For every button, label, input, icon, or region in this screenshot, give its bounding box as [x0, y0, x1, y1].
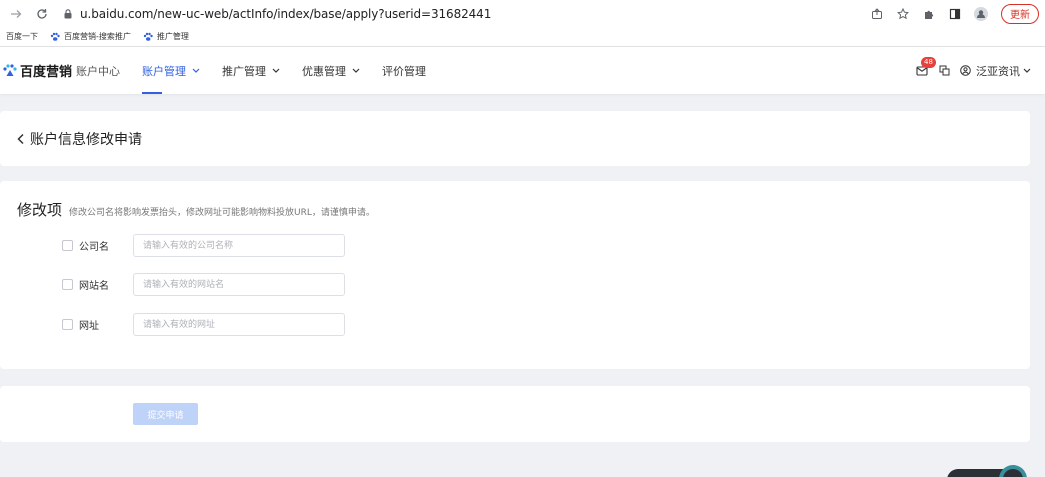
- company-name-input[interactable]: [133, 234, 345, 257]
- nav-discount-management[interactable]: 优惠管理: [302, 47, 360, 94]
- forward-icon[interactable]: [6, 4, 26, 24]
- form-row-company-name: 公司名: [62, 234, 345, 257]
- main-nav: 账户管理 推广管理 优惠管理 评价管理: [142, 47, 448, 94]
- company-name-checkbox[interactable]: [62, 240, 73, 251]
- share-icon[interactable]: [869, 6, 885, 22]
- baidu-marketing-logo-icon: [2, 63, 18, 78]
- action-card: 提交申请: [0, 386, 1030, 442]
- message-button[interactable]: 48: [916, 57, 936, 76]
- form-row-site-name: 网站名: [62, 273, 345, 296]
- chevron-down-icon: [272, 68, 280, 73]
- chevron-down-icon: [1023, 68, 1031, 73]
- bookmark-label: 百度一下: [6, 32, 38, 41]
- user-name: 泛亚资讯: [976, 64, 1020, 78]
- bookmark-item[interactable]: 百度一下: [6, 31, 38, 42]
- baidu-paw-icon: [50, 32, 60, 42]
- nav-label: 评价管理: [382, 64, 427, 78]
- chevron-down-icon: [352, 68, 360, 73]
- nav-label: 推广管理: [222, 64, 267, 78]
- site-name-input[interactable]: [133, 273, 345, 296]
- brand-name: 百度营销: [20, 65, 73, 80]
- site-name-checkbox[interactable]: [62, 279, 73, 290]
- section-title: 修改项: [17, 201, 63, 219]
- reload-icon[interactable]: [32, 4, 52, 24]
- baidu-paw-icon: [143, 32, 153, 42]
- title-card: 账户信息修改申请: [0, 111, 1030, 166]
- submit-button[interactable]: 提交申请: [133, 403, 198, 425]
- app-header: 百度营销 账户中心 账户管理 推广管理 优惠管理 评价管理 48 泛亚资讯: [0, 47, 1045, 94]
- brand-logo[interactable]: 百度营销 账户中心: [2, 61, 142, 80]
- field-label: 网站名: [79, 281, 109, 292]
- nav-label: 优惠管理: [302, 64, 347, 78]
- bookmark-label: 百度营销-搜索推广: [64, 32, 131, 41]
- section-header: 修改项 修改公司名将影响发票抬头，修改网址可能影响物料投放URL，请谨慎申请。: [17, 199, 375, 220]
- message-count-badge: 48: [921, 57, 936, 68]
- form-row-url: 网址: [62, 313, 345, 336]
- field-label: 网址: [79, 321, 99, 332]
- sidepanel-icon[interactable]: [947, 6, 963, 22]
- brand-subtitle: 账户中心: [76, 64, 121, 78]
- user-menu[interactable]: 泛亚资讯: [960, 63, 1031, 79]
- url-input[interactable]: [133, 313, 345, 336]
- star-icon[interactable]: [895, 6, 911, 22]
- field-label: 公司名: [79, 242, 109, 253]
- address-bar[interactable]: u.baidu.com/new-uc-web/actInfo/index/bas…: [64, 3, 869, 25]
- url-text: u.baidu.com/new-uc-web/actInfo/index/bas…: [80, 6, 492, 21]
- nav-account-management[interactable]: 账户管理: [142, 47, 200, 94]
- page-title: 账户信息修改申请: [30, 131, 142, 148]
- update-button[interactable]: 更新: [1001, 3, 1039, 24]
- section-hint: 修改公司名将影响发票抬头，修改网址可能影响物料投放URL，请谨慎申请。: [69, 208, 375, 218]
- back-chevron-icon[interactable]: [16, 133, 26, 145]
- lock-icon: [64, 8, 72, 19]
- bookmark-item[interactable]: 百度营销-搜索推广: [50, 31, 131, 42]
- profile-icon[interactable]: [973, 6, 989, 22]
- nav-label: 账户管理: [142, 64, 187, 78]
- bookmarks-bar: 百度一下 百度营销-搜索推广 推广管理: [0, 27, 1045, 47]
- url-checkbox[interactable]: [62, 319, 73, 330]
- form-card: 修改项 修改公司名将影响发票抬头，修改网址可能影响物料投放URL，请谨慎申请。 …: [0, 181, 1030, 369]
- chevron-down-icon: [192, 68, 200, 73]
- floating-assistant-widget[interactable]: [947, 463, 1031, 477]
- browser-toolbar: u.baidu.com/new-uc-web/actInfo/index/bas…: [0, 0, 1045, 27]
- bookmark-label: 推广管理: [156, 32, 189, 41]
- user-icon: [960, 65, 971, 76]
- nav-promotion-management[interactable]: 推广管理: [222, 47, 280, 94]
- extensions-icon[interactable]: [921, 6, 937, 22]
- copy-icon[interactable]: [936, 63, 952, 79]
- bookmark-item[interactable]: 推广管理: [143, 31, 189, 42]
- nav-review-management[interactable]: 评价管理: [382, 47, 426, 94]
